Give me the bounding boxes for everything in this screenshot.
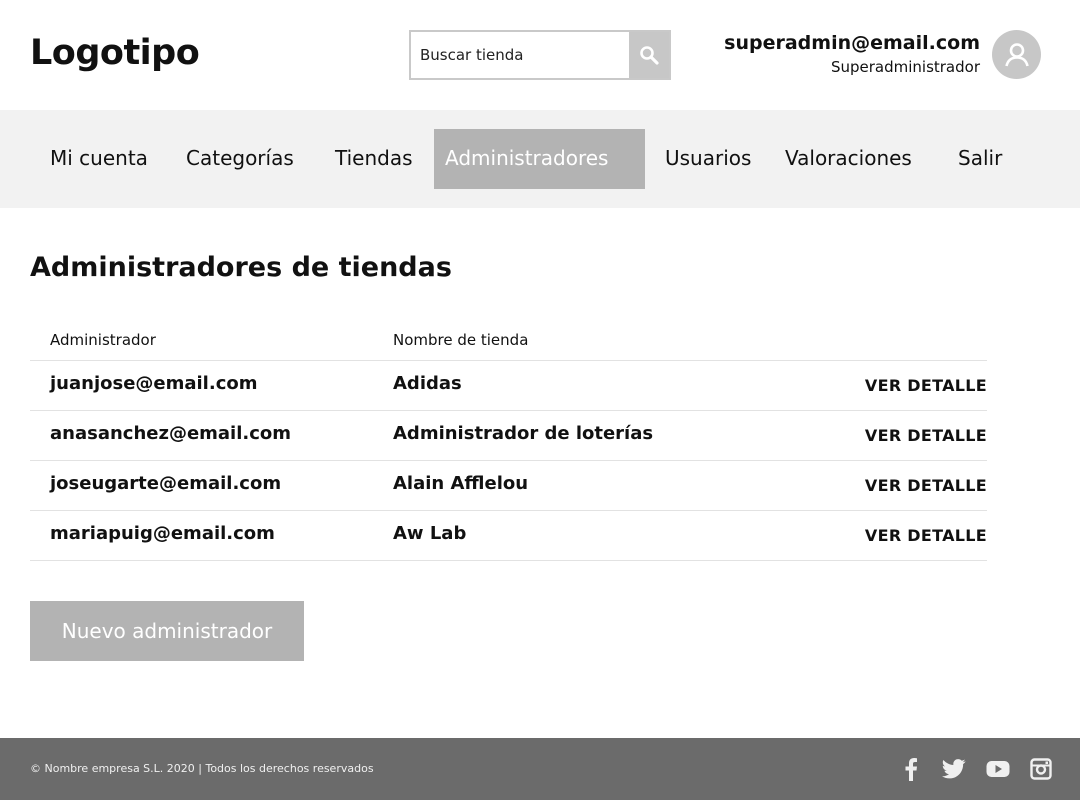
store-name: Aw Lab — [393, 523, 467, 544]
table-row: joseugarte@email.com Alain Afflelou VER … — [30, 461, 987, 511]
user-role: Superadministrador — [830, 58, 980, 76]
admin-email: joseugarte@email.com — [50, 473, 282, 494]
search-box — [409, 30, 671, 80]
search-button[interactable] — [629, 32, 669, 78]
nav-item-valoraciones[interactable]: Valoraciones — [785, 129, 912, 189]
search-input[interactable] — [411, 32, 631, 78]
twitter-icon — [942, 759, 966, 779]
nav-item-administradores[interactable]: Administradores — [434, 129, 645, 189]
nav-item-salir[interactable]: Salir — [958, 129, 1002, 189]
view-detail-link[interactable]: VER DETALLE — [865, 426, 987, 445]
nav-item-categorias[interactable]: Categorías — [186, 129, 294, 189]
footer: © Nombre empresa S.L. 2020 | Todos los d… — [0, 738, 1080, 800]
nav-item-mi-cuenta[interactable]: Mi cuenta — [50, 129, 148, 189]
admin-email: juanjose@email.com — [50, 373, 258, 394]
column-header-tienda: Nombre de tienda — [393, 331, 529, 349]
admin-email: anasanchez@email.com — [50, 423, 292, 444]
instagram-link[interactable] — [1028, 756, 1054, 782]
user-email: superadmin@email.com — [724, 32, 980, 54]
user-icon — [1004, 42, 1029, 66]
facebook-icon — [905, 758, 917, 781]
table-row: anasanchez@email.com Administrador de lo… — [30, 411, 987, 461]
logo[interactable]: Logotipo — [30, 33, 200, 73]
youtube-link[interactable] — [985, 756, 1011, 782]
table-row: juanjose@email.com Adidas VER DETALLE — [30, 361, 987, 411]
admins-table: Administrador Nombre de tienda juanjose@… — [30, 320, 987, 561]
store-name: Administrador de loterías — [393, 423, 654, 444]
store-name: Adidas — [393, 373, 462, 394]
user-info: superadmin@email.com Superadministrador — [724, 30, 980, 78]
search-icon — [640, 46, 659, 65]
header: Logotipo superadmin@email.com Superadmin… — [0, 0, 1080, 110]
view-detail-link[interactable]: VER DETALLE — [865, 476, 987, 495]
admin-email: mariapuig@email.com — [50, 523, 275, 544]
instagram-icon — [1030, 758, 1052, 780]
facebook-link[interactable] — [898, 756, 924, 782]
youtube-icon — [986, 761, 1010, 777]
view-detail-link[interactable]: VER DETALLE — [865, 376, 987, 395]
nav-item-tiendas[interactable]: Tiendas — [335, 129, 413, 189]
view-detail-link[interactable]: VER DETALLE — [865, 526, 987, 545]
page-title: Administradores de tiendas — [30, 252, 452, 283]
store-name: Alain Afflelou — [393, 473, 529, 494]
copyright-text: © Nombre empresa S.L. 2020 | Todos los d… — [30, 762, 374, 775]
table-header: Administrador Nombre de tienda — [30, 320, 987, 361]
column-header-administrador: Administrador — [50, 331, 156, 349]
new-admin-button[interactable]: Nuevo administrador — [30, 601, 304, 661]
nav-item-usuarios[interactable]: Usuarios — [665, 129, 751, 189]
avatar[interactable] — [992, 30, 1041, 79]
twitter-link[interactable] — [941, 756, 967, 782]
main-nav: Mi cuenta Categorías Tiendas Administrad… — [0, 110, 1080, 208]
table-row: mariapuig@email.com Aw Lab VER DETALLE — [30, 511, 987, 561]
